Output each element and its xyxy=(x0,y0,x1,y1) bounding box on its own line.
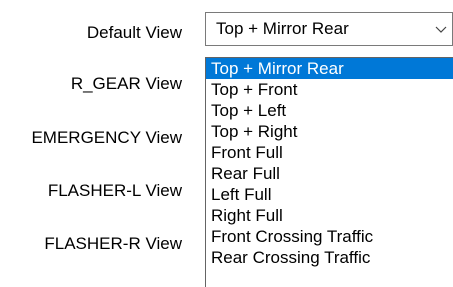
dropdown-option-front-full[interactable]: Front Full xyxy=(206,142,453,163)
dropdown-option-right-full[interactable]: Right Full xyxy=(206,205,453,226)
dropdown-option-top-left[interactable]: Top + Left xyxy=(206,100,453,121)
flasher-l-view-label: FLASHER-L View xyxy=(47,181,182,200)
default-view-label: Default View xyxy=(86,23,182,42)
dropdown-option-top-right[interactable]: Top + Right xyxy=(206,121,453,142)
chevron-down-icon[interactable] xyxy=(434,19,448,39)
default-view-combobox[interactable]: Top + Mirror Rear xyxy=(205,12,453,46)
flasher-r-view-label: FLASHER-R View xyxy=(44,234,182,253)
emergency-view-label: EMERGENCY View xyxy=(31,128,182,147)
dropdown-option-front-crossing-traffic[interactable]: Front Crossing Traffic xyxy=(206,226,453,247)
dropdown-option-top-mirror-rear[interactable]: Top + Mirror Rear xyxy=(206,58,453,79)
r-gear-view-label: R_GEAR View xyxy=(70,74,182,93)
dropdown-option-left-full[interactable]: Left Full xyxy=(206,184,453,205)
dropdown-option-top-front[interactable]: Top + Front xyxy=(206,79,453,100)
dropdown-option-rear-crossing-traffic[interactable]: Rear Crossing Traffic xyxy=(206,247,453,268)
dropdown-option-rear-full[interactable]: Rear Full xyxy=(206,163,453,184)
default-view-dropdown-list[interactable]: Top + Mirror Rear Top + Front Top + Left… xyxy=(205,57,453,287)
combobox-value: Top + Mirror Rear xyxy=(216,19,349,38)
